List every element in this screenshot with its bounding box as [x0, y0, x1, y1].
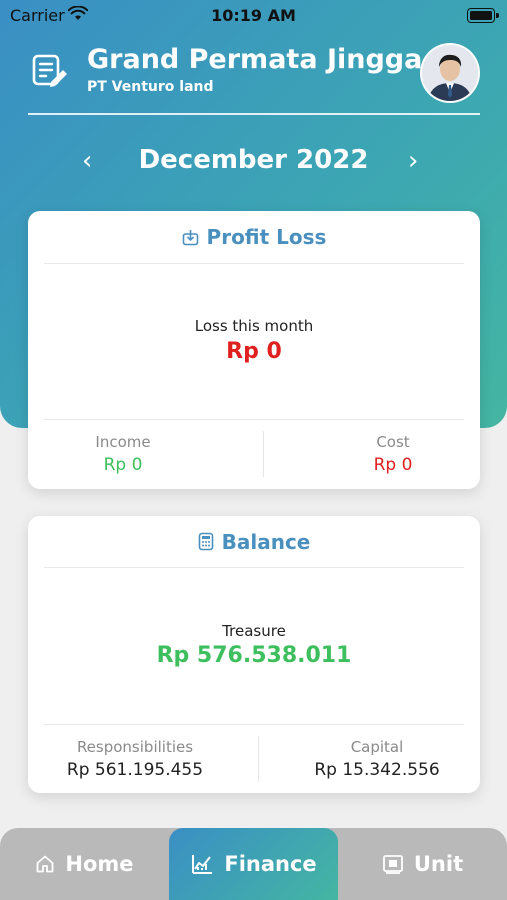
- loss-label: Loss this month: [194, 317, 314, 335]
- card-divider: [44, 724, 464, 725]
- avatar[interactable]: [420, 43, 480, 103]
- income-value: Rp 0: [103, 455, 143, 475]
- balance-title: Balance: [28, 530, 480, 556]
- cost-column: Cost Rp 0: [280, 433, 506, 475]
- status-bar: Carrier 10:19 AM: [0, 0, 507, 32]
- project-name: Grand Permata Jingga: [87, 44, 423, 75]
- income-column: Income Rp 0: [10, 433, 236, 475]
- loss-value: Rp 0: [226, 339, 282, 364]
- profit-loss-title-text: Profit Loss: [206, 225, 327, 249]
- nav-home-label: Home: [65, 852, 134, 876]
- treasure-value: Rp 576.538.011: [156, 643, 352, 668]
- treasure-label: Treasure: [222, 622, 286, 640]
- header-divider: [28, 113, 480, 115]
- balance-card[interactable]: Balance Treasure Rp 576.538.011 Responsi…: [28, 516, 480, 793]
- profit-loss-card[interactable]: Profit Loss Loss this month Rp 0 Income …: [28, 211, 480, 489]
- capital-column: Capital Rp 15.342.556: [264, 738, 490, 780]
- column-divider: [258, 736, 259, 782]
- unit-icon: [382, 855, 403, 874]
- responsibilities-column: Responsibilities Rp 561.195.455: [22, 738, 248, 780]
- download-icon: [182, 227, 199, 251]
- capital-label: Capital: [350, 738, 404, 756]
- calculator-icon: [198, 532, 214, 556]
- capital-value: Rp 15.342.556: [314, 760, 440, 780]
- nav-home[interactable]: Home: [0, 828, 169, 900]
- card-divider: [44, 419, 464, 420]
- balance-title-text: Balance: [221, 530, 311, 554]
- responsibilities-label: Responsibilities: [76, 738, 194, 756]
- user-avatar-icon: [422, 45, 478, 101]
- nav-unit[interactable]: Unit: [338, 828, 507, 900]
- battery-icon: [467, 8, 499, 23]
- nav-unit-label: Unit: [413, 852, 464, 876]
- bottom-navigation: Home Finance Unit: [0, 828, 507, 900]
- cost-value: Rp 0: [373, 455, 413, 475]
- nav-finance-label: Finance: [224, 852, 317, 876]
- clock: 10:19 AM: [211, 6, 296, 25]
- cost-label: Cost: [376, 433, 410, 451]
- next-month-button[interactable]: ›: [408, 146, 418, 176]
- document-edit-icon: [32, 54, 68, 92]
- month-label: December 2022: [138, 145, 369, 175]
- company-name: PT Venturo land: [87, 79, 214, 95]
- card-divider: [44, 567, 464, 568]
- profit-loss-title: Profit Loss: [28, 225, 480, 251]
- column-divider: [263, 431, 264, 477]
- income-label: Income: [95, 433, 151, 451]
- chart-icon: [192, 855, 213, 874]
- card-divider: [44, 263, 464, 264]
- home-icon: [37, 855, 54, 873]
- nav-finance[interactable]: Finance: [169, 828, 338, 900]
- responsibilities-value: Rp 561.195.455: [66, 760, 204, 780]
